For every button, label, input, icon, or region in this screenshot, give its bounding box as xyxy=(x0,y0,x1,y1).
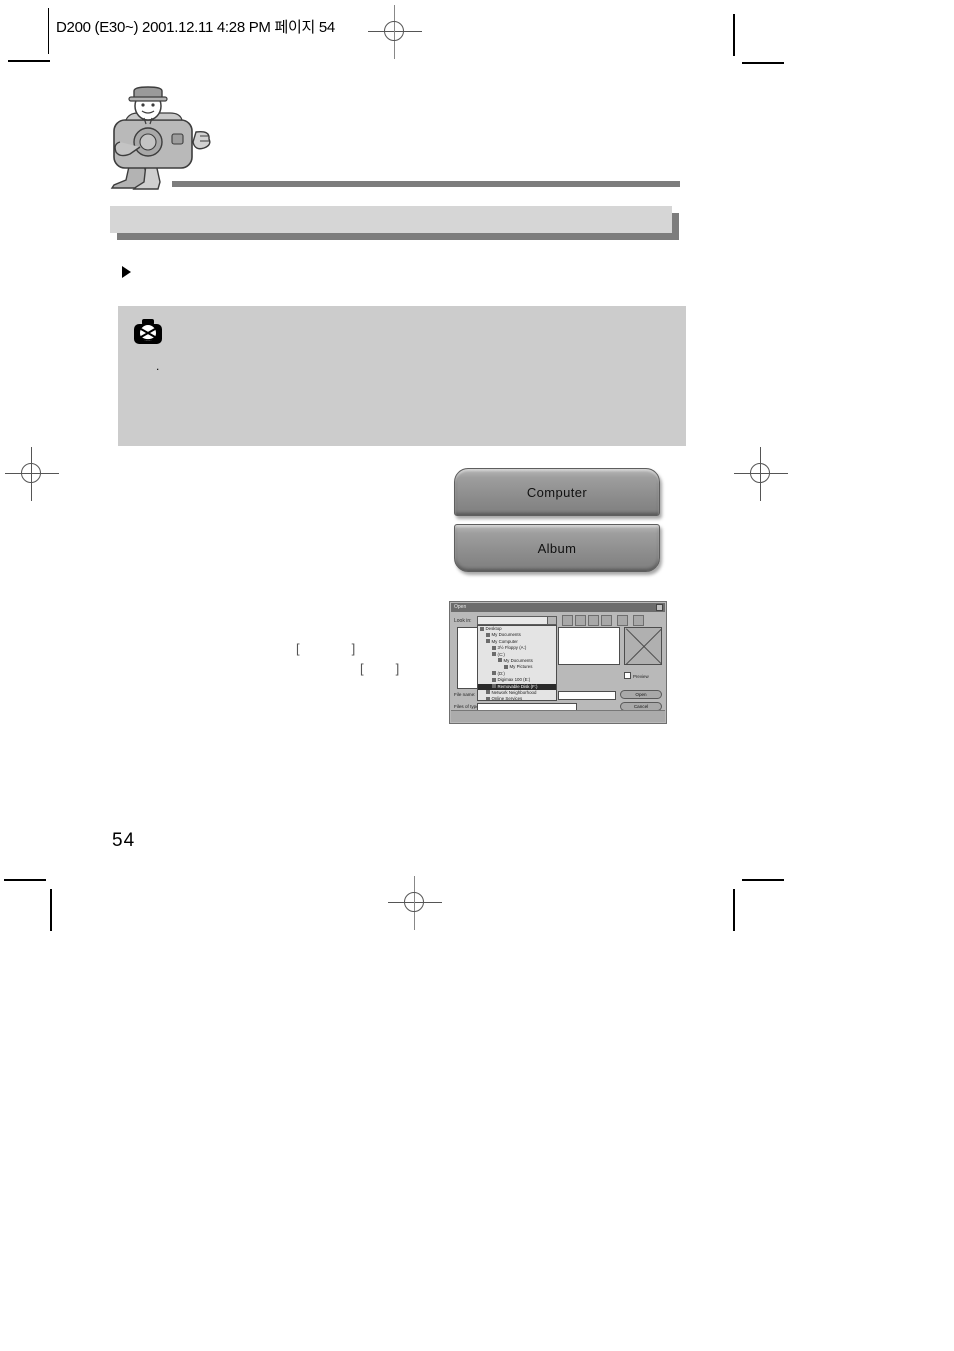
notice-box: . xyxy=(118,306,686,446)
list-item-label: Desktop xyxy=(485,626,502,631)
list-item-label: (D:) xyxy=(497,670,505,676)
crop-mark-top-right-horizontal xyxy=(742,62,784,64)
crop-mark-top-left-horizontal xyxy=(8,60,50,62)
list-item[interactable]: Online Services xyxy=(478,696,556,701)
list-item-label: (C:) xyxy=(497,651,505,657)
removable-disk-icon xyxy=(492,684,496,689)
camera-drive-icon xyxy=(492,677,496,682)
preview-thumbnail xyxy=(624,627,663,665)
online-services-icon xyxy=(486,696,490,700)
computer-button[interactable]: Computer xyxy=(454,468,660,516)
print-slug-text: D200 (E30~) 2001.12.11 4:28 PM 페이지 54 xyxy=(56,19,335,36)
details-view-icon[interactable] xyxy=(601,615,612,626)
bracket-caption-2: [] xyxy=(360,661,399,676)
bracket-close: ] xyxy=(395,661,400,676)
list-item-label: My Documents xyxy=(491,632,521,638)
list-item-label: Online Services xyxy=(491,696,523,701)
bracket-caption-1: [] xyxy=(296,641,355,656)
heading-rule xyxy=(172,181,680,187)
file-name-label: File name: xyxy=(454,692,476,697)
network-icon xyxy=(486,690,490,695)
list-view-icon[interactable] xyxy=(588,615,599,626)
hard-drive-icon xyxy=(492,671,496,676)
preview-checkbox[interactable]: Preview xyxy=(624,672,649,679)
crop-mark-bottom-right-vertical xyxy=(733,889,735,931)
computer-button-label: Computer xyxy=(526,484,588,500)
bullet-paragraph xyxy=(122,264,682,284)
registration-mark-bottom-center xyxy=(388,876,442,930)
camera-notice-icon xyxy=(133,318,163,346)
app-button-figure: Computer Album xyxy=(454,468,660,576)
folder-icon xyxy=(486,632,490,637)
my-computer-icon xyxy=(486,639,490,644)
dialog-statusbar xyxy=(451,710,665,722)
notice-line xyxy=(156,379,668,383)
open-button[interactable]: Open xyxy=(620,690,662,699)
album-button[interactable]: Album xyxy=(454,524,660,572)
look-in-label: Look in: xyxy=(454,618,472,624)
list-item-label: Digimax 100 (E:) xyxy=(497,677,531,683)
crop-mark-bottom-right-horizontal xyxy=(742,879,784,881)
slug-divider-rule xyxy=(48,8,49,54)
look-in-dropdown-tree[interactable]: Desktop My Documents My Computer 3½ Flop… xyxy=(477,625,557,701)
chevron-down-icon[interactable] xyxy=(547,617,556,624)
list-item-label: Network Neighborhood xyxy=(491,689,537,695)
new-folder-icon[interactable] xyxy=(575,615,586,626)
desktop-icon xyxy=(480,626,484,631)
dialog-titlebar: Open xyxy=(451,603,665,612)
bracket-open: [ xyxy=(296,641,300,656)
right-triangle-bullet-icon xyxy=(122,266,131,278)
notice-line: . xyxy=(156,359,160,373)
look-in-combobox[interactable] xyxy=(477,616,557,625)
registration-mark-top-center xyxy=(368,5,422,59)
manual-page: D200 (E30~) 2001.12.11 4:28 PM 페이지 54 . … xyxy=(0,0,954,1351)
dialog-title: Open xyxy=(454,604,467,610)
page-number: 54 xyxy=(112,830,136,851)
registration-mark-left-middle xyxy=(5,447,59,501)
delete-icon[interactable] xyxy=(633,615,644,626)
list-item-label: My Documents xyxy=(503,657,533,663)
list-item-label: My Pictures xyxy=(509,664,533,670)
folder-icon xyxy=(504,664,508,669)
notice-text: . xyxy=(156,354,668,383)
list-item-label: 3½ Floppy (A:) xyxy=(497,645,527,651)
crop-mark-bottom-left-vertical xyxy=(50,889,52,931)
thumbnail-view-icon[interactable] xyxy=(617,615,628,626)
camera-mascot-icon xyxy=(96,84,212,192)
preview-checkbox-label: Preview xyxy=(633,674,649,679)
floppy-drive-icon xyxy=(492,645,496,650)
file-detail-pane[interactable] xyxy=(558,627,620,665)
bracket-open: [ xyxy=(360,661,364,676)
checkbox-icon[interactable] xyxy=(624,672,631,679)
crop-mark-top-right-vertical xyxy=(733,14,735,56)
bracket-close: ] xyxy=(351,641,356,656)
list-item-label: My Computer xyxy=(491,638,518,644)
hard-drive-icon xyxy=(492,652,496,657)
crop-mark-bottom-left-horizontal xyxy=(4,879,46,881)
file-name-input[interactable] xyxy=(558,691,616,700)
folder-icon xyxy=(498,658,502,663)
close-icon[interactable] xyxy=(656,604,663,611)
album-button-label: Album xyxy=(537,540,577,556)
list-item-label: Removable Disk (F:) xyxy=(497,683,538,689)
registration-mark-right-middle xyxy=(734,447,788,501)
open-file-dialog-screenshot: Open Look in: Preview Desktop My Documen… xyxy=(449,601,667,724)
section-heading-bar xyxy=(110,206,672,233)
up-one-level-icon[interactable] xyxy=(562,615,573,626)
